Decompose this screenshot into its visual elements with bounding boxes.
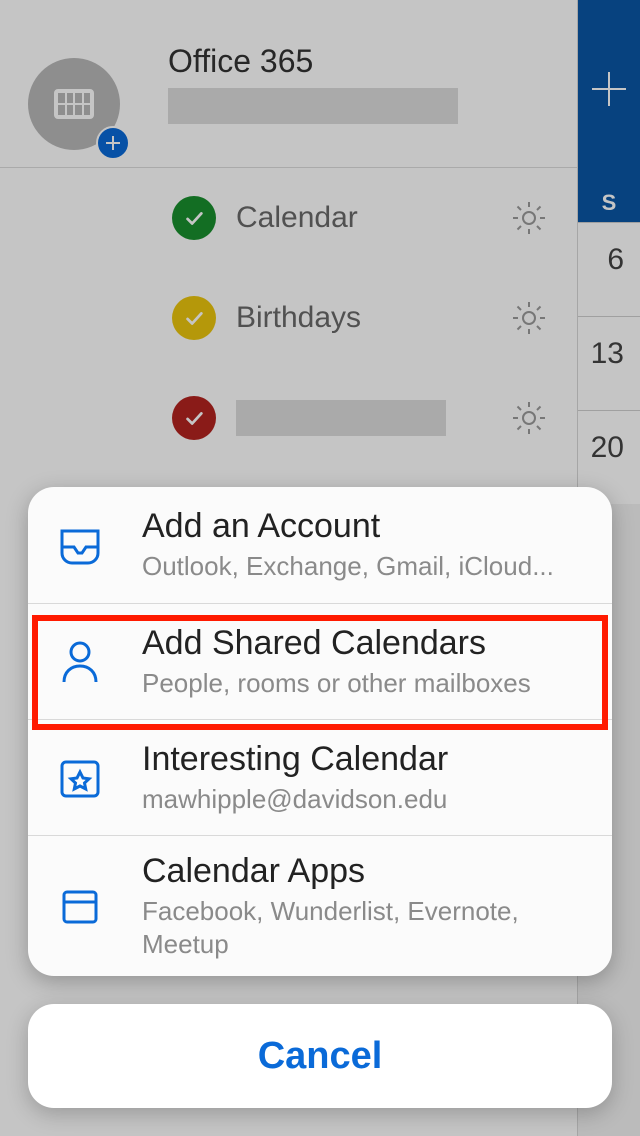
sheet-item-subtitle: Outlook, Exchange, Gmail, iCloud... [142,550,554,583]
sheet-item-calendar-apps[interactable]: Calendar Apps Facebook, Wunderlist, Ever… [28,835,612,976]
sheet-item-add-shared-calendars[interactable]: Add Shared Calendars People, rooms or ot… [28,603,612,719]
sheet-item-title: Calendar Apps [142,852,586,891]
sheet-item-interesting-calendar[interactable]: Interesting Calendar mawhipple@davidson.… [28,719,612,835]
sheet-item-add-account[interactable]: Add an Account Outlook, Exchange, Gmail,… [28,487,612,603]
calendar-icon [54,880,106,932]
cancel-button[interactable]: Cancel [28,1004,612,1108]
sheet-item-subtitle: Facebook, Wunderlist, Evernote, Meetup [142,895,586,960]
sheet-item-subtitle: mawhipple@davidson.edu [142,783,448,816]
inbox-icon [54,519,106,571]
person-icon [54,636,106,688]
star-calendar-icon [54,752,106,804]
sheet-item-subtitle: People, rooms or other mailboxes [142,667,531,700]
sheet-item-title: Add an Account [142,507,554,546]
sheet-item-title: Interesting Calendar [142,740,448,779]
action-sheet: Add an Account Outlook, Exchange, Gmail,… [28,487,612,976]
sheet-item-title: Add Shared Calendars [142,624,531,663]
